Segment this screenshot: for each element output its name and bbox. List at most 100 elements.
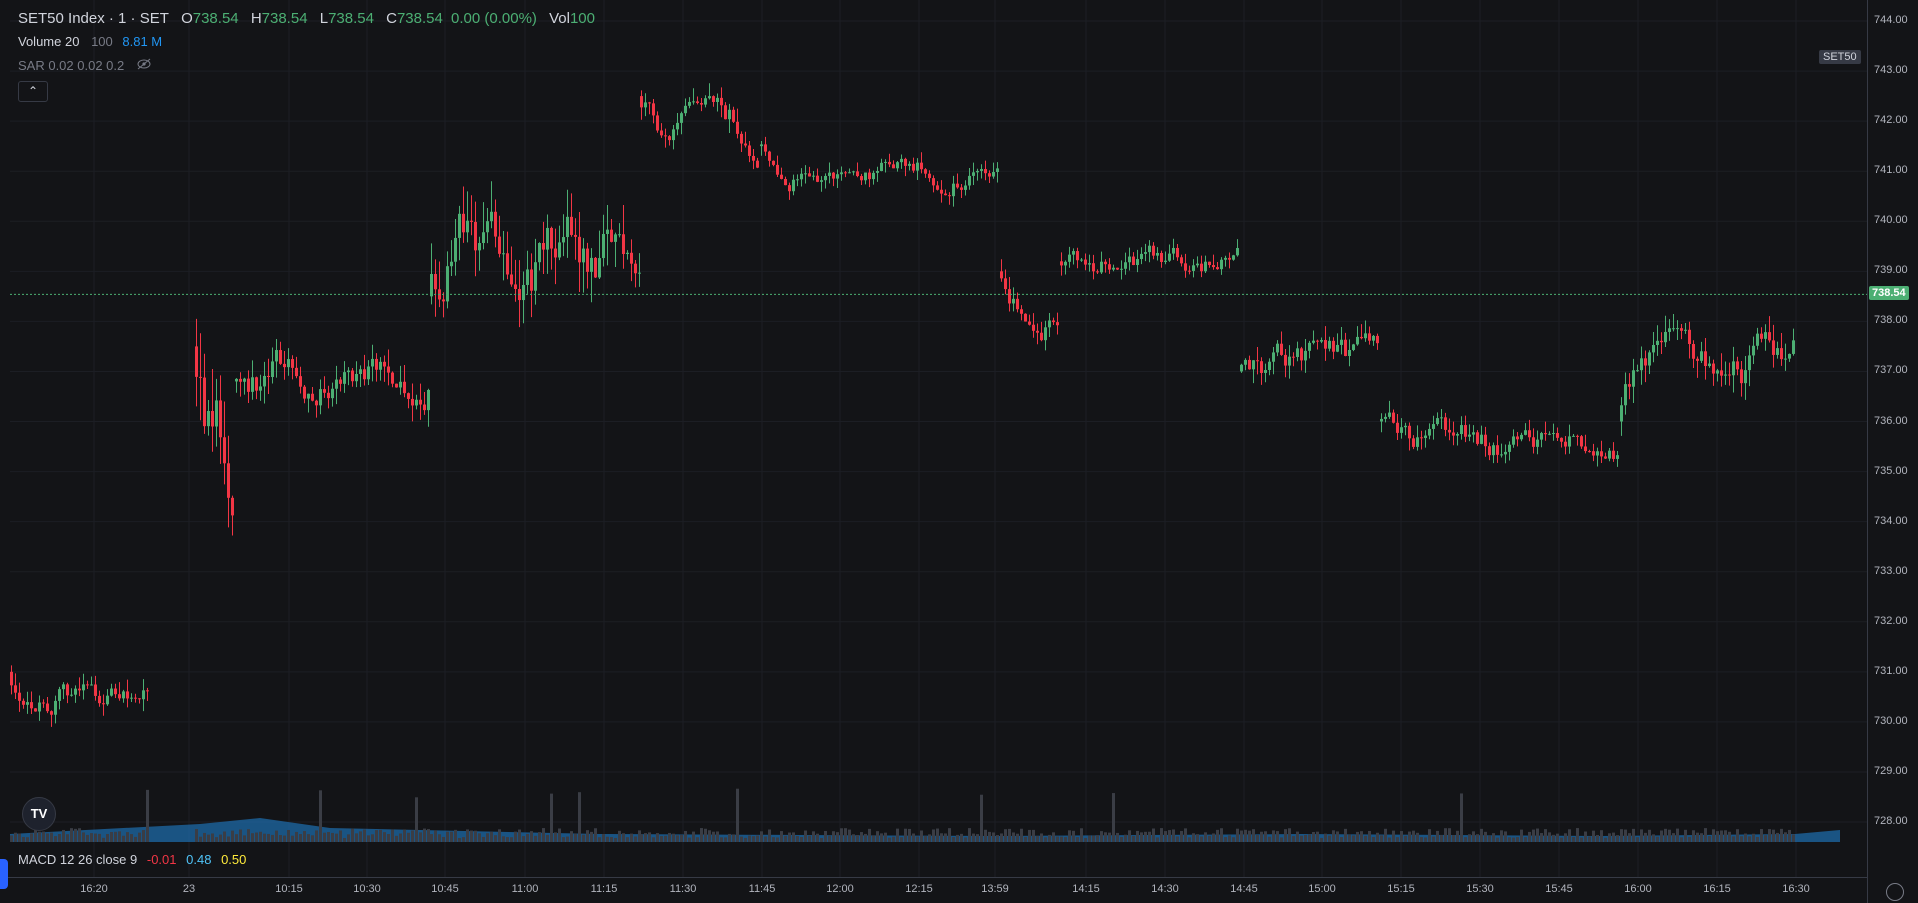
candle-body: [1360, 336, 1363, 339]
volume-bar: [1020, 828, 1023, 842]
volume-bar: [1588, 836, 1591, 842]
price-axis[interactable]: 744.00 743.00 742.00 741.00 740.00 739.00 738.…: [1868, 0, 1918, 878]
volume-bar: [578, 792, 581, 842]
candle-body: [1008, 289, 1011, 304]
candle-body: [18, 692, 21, 701]
candle-body: [558, 242, 561, 258]
volume-bar: [1400, 831, 1403, 842]
volume-bar: [339, 830, 342, 842]
volume-bar: [988, 831, 991, 842]
volume-bar: [110, 832, 113, 842]
volume-bar: [1028, 829, 1031, 842]
candle-body: [808, 173, 811, 177]
pane-resize-handle[interactable]: [0, 859, 8, 889]
close-value: 738.54: [396, 10, 443, 27]
volume-bar: [1260, 831, 1263, 842]
symbol-label[interactable]: SET50 Index · 1 · SET: [18, 10, 169, 27]
macd-legend[interactable]: MACD 12 26 close 9 -0.01 0.48 0.50: [18, 852, 246, 867]
volume-bar: [1036, 835, 1039, 842]
candle-body: [932, 178, 935, 186]
volume-bar: [1372, 836, 1375, 842]
volume-bar: [640, 834, 643, 842]
candle-body: [574, 234, 577, 237]
volume-bar: [936, 828, 939, 842]
candle-body: [395, 383, 398, 388]
candle-body: [1352, 344, 1355, 350]
volume-bar: [1668, 829, 1671, 842]
chart-canvas[interactable]: [0, 0, 1918, 903]
candle-body: [223, 437, 226, 464]
candle-body: [868, 172, 871, 180]
candle-body: [704, 98, 707, 105]
candle-body: [1424, 435, 1427, 439]
candle-body: [1332, 340, 1335, 352]
volume-bar: [1700, 833, 1703, 842]
low-key: L: [319, 10, 329, 27]
volume-bar: [1196, 834, 1199, 842]
volume-bar: [415, 797, 418, 842]
candle-body: [423, 404, 426, 411]
candle-body: [1044, 327, 1047, 341]
candle-body: [446, 266, 449, 302]
candle-body: [122, 691, 125, 699]
candle-body: [26, 702, 29, 705]
candle-body: [1704, 351, 1707, 367]
time-axis-label: 15:15: [1387, 883, 1415, 895]
candle-body: [530, 269, 533, 291]
time-axis-label: 10:30: [353, 883, 381, 895]
candle-body: [78, 688, 81, 691]
price-axis-label: 730.00: [1874, 714, 1908, 727]
volume-bar: [1620, 829, 1623, 842]
volume-bar: [1636, 837, 1639, 842]
candle-body: [1232, 255, 1235, 260]
volume-bar: [684, 830, 687, 842]
candle-body: [900, 158, 903, 163]
settings-icon[interactable]: [1886, 883, 1904, 901]
volume-bar: [852, 834, 855, 842]
candle-body: [466, 220, 469, 233]
volume-bar: [283, 835, 286, 842]
candle-body: [486, 221, 489, 233]
volume-bar: [1368, 830, 1371, 842]
price-axis-label: 740.00: [1874, 214, 1908, 227]
chart-grid: [10, 0, 1867, 877]
candle-body: [1108, 264, 1111, 270]
volume-bar: [458, 837, 461, 842]
volume-bar: [1360, 831, 1363, 842]
collapse-legend-button[interactable]: ⌃: [18, 81, 48, 102]
volume-bar: [864, 833, 867, 842]
volume-bar: [1724, 830, 1727, 842]
time-axis-label: 16:00: [1624, 883, 1652, 895]
candle-body: [916, 162, 919, 171]
volume-bar: [924, 836, 927, 842]
volume-bar: [1084, 837, 1087, 842]
volume-bar: [1568, 829, 1571, 842]
eye-off-icon[interactable]: [136, 58, 152, 73]
volume-bar: [708, 830, 711, 842]
candle-body: [367, 366, 370, 380]
volume-bar: [812, 831, 815, 842]
time-axis-label: 23: [182, 883, 196, 895]
price-axis-label: 733.00: [1874, 564, 1908, 577]
volume-bar: [54, 836, 57, 842]
candle-body: [630, 252, 633, 264]
vol-key: Vol: [549, 10, 570, 27]
sar-legend[interactable]: SAR 0.02 0.02 0.2: [18, 58, 152, 73]
candle-body: [594, 257, 597, 278]
volume-bar: [126, 832, 129, 842]
volume-bar: [1744, 833, 1747, 842]
candle-body: [1164, 260, 1167, 262]
volume-bar: [1012, 832, 1015, 842]
tradingview-logo-icon[interactable]: TV: [22, 797, 56, 831]
volume-bar: [820, 837, 823, 842]
candle-body: [207, 410, 210, 427]
candle-body: [1588, 451, 1591, 453]
candle-body: [578, 236, 581, 263]
volume-bar: [1464, 837, 1467, 842]
volume-bar: [980, 794, 983, 842]
volume-bar: [546, 834, 549, 842]
volume-legend[interactable]: Volume 20 100 8.81 M: [18, 34, 162, 49]
volume-bar: [1608, 833, 1611, 842]
volume-bar: [772, 837, 775, 842]
volume-bar: [1096, 835, 1099, 842]
